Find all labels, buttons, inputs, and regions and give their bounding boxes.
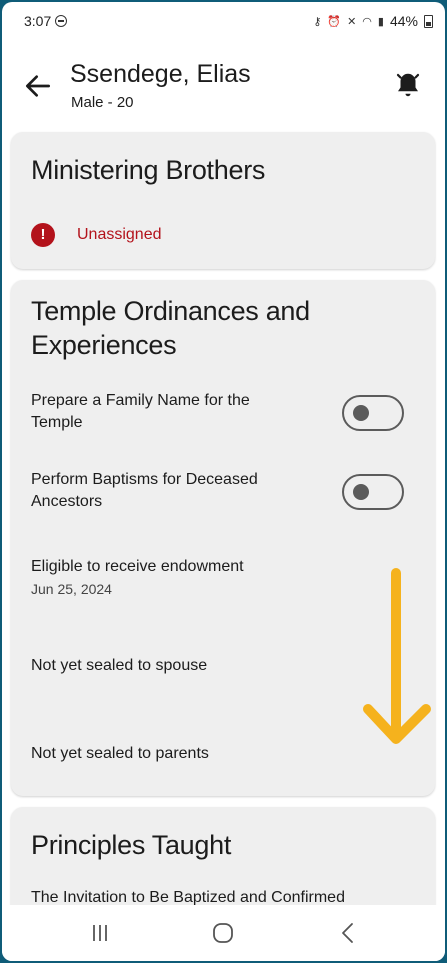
- status-time: 3:07: [24, 13, 68, 29]
- phone-screen: 3:07 ⚷ ⏰ ✕ ◠ ▮ 44% Ssendege, Elias Male …: [2, 2, 445, 961]
- page-subtitle: Male - 20: [71, 94, 134, 111]
- key-icon: ⚷: [313, 15, 322, 28]
- recent-apps-icon[interactable]: [80, 921, 120, 945]
- prepare-family-name-toggle[interactable]: [342, 395, 404, 431]
- battery-percent: 44%: [389, 13, 418, 29]
- mute-icon: ✕: [347, 15, 357, 28]
- page-title: Ssendege, Elias: [70, 60, 251, 88]
- alarm-icon: ⏰: [327, 15, 342, 28]
- back-nav-icon[interactable]: [328, 921, 368, 945]
- app-header: Ssendege, Elias Male - 20: [2, 42, 445, 130]
- ministering-title: Ministering Brothers: [31, 155, 266, 185]
- baptisms-toggle[interactable]: [342, 474, 404, 510]
- battery-icon: [424, 14, 433, 28]
- endowment-date: Jun 25, 2024: [31, 581, 112, 597]
- sealed-parents-label: Not yet sealed to parents: [31, 745, 209, 762]
- principle-item[interactable]: The Invitation to Be Baptized and Confir…: [31, 887, 345, 905]
- baptisms-label: Perform Baptisms for Deceased Ancestors: [31, 469, 258, 513]
- baptisms-line1: Perform Baptisms for Deceased: [31, 471, 258, 488]
- status-bar: 3:07 ⚷ ⏰ ✕ ◠ ▮ 44%: [2, 2, 445, 42]
- toggle-knob: [353, 484, 369, 500]
- sealed-spouse-label: Not yet sealed to spouse: [31, 657, 208, 674]
- bell-icon[interactable]: [393, 70, 423, 100]
- dnd-icon: [55, 15, 68, 27]
- ministering-status[interactable]: ! Unassigned: [31, 223, 162, 247]
- unassigned-label: Unassigned: [77, 226, 162, 243]
- signal-icon: ▮: [377, 15, 384, 28]
- baptisms-line2: Ancestors: [31, 493, 103, 510]
- wifi-icon: ◠: [362, 15, 372, 28]
- prepare-family-name-line2: Temple: [31, 414, 83, 431]
- temple-title-line1: Temple Ordinances and: [31, 296, 310, 326]
- temple-title-line2: Experiences: [31, 330, 177, 360]
- scroll-down-arrow-annotation: [363, 568, 431, 744]
- arrow-left-icon[interactable]: [22, 70, 54, 102]
- toggle-knob: [353, 405, 369, 421]
- status-icons: ⚷ ⏰ ✕ ◠ ▮ 44%: [313, 13, 433, 29]
- principles-card: Principles Taught The Invitation to Be B…: [11, 807, 435, 905]
- prepare-family-name-line1: Prepare a Family Name for the: [31, 392, 250, 409]
- ministering-card: Ministering Brothers ! Unassigned: [11, 132, 435, 269]
- principles-title: Principles Taught: [31, 830, 232, 860]
- temple-title: Temple Ordinances and Experiences: [31, 294, 310, 362]
- home-icon[interactable]: [203, 921, 243, 945]
- content-scroll[interactable]: Ministering Brothers ! Unassigned Temple…: [2, 130, 445, 905]
- prepare-family-name-label: Prepare a Family Name for the Temple: [31, 390, 250, 434]
- system-nav-bar: [2, 905, 445, 961]
- error-icon: !: [31, 223, 55, 247]
- endowment-label: Eligible to receive endowment: [31, 558, 244, 575]
